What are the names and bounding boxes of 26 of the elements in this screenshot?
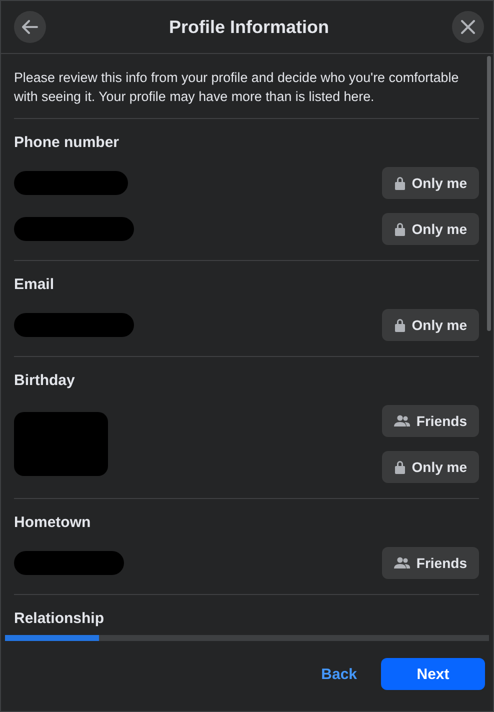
section-title: Email bbox=[14, 275, 56, 295]
scrollbar-thumb[interactable] bbox=[487, 56, 491, 331]
audience-button[interactable]: Friends bbox=[382, 405, 479, 437]
close-icon bbox=[460, 20, 475, 34]
back-button[interactable]: Back bbox=[315, 660, 363, 688]
lock-icon bbox=[394, 460, 406, 474]
lock-icon bbox=[394, 176, 406, 190]
close-button[interactable] bbox=[452, 11, 484, 43]
audience-button[interactable]: Only me bbox=[382, 309, 479, 341]
back-arrow-icon bbox=[22, 20, 38, 34]
lock-icon bbox=[394, 222, 406, 236]
audience-button[interactable]: Only me bbox=[382, 213, 479, 245]
next-button[interactable]: Next bbox=[381, 658, 485, 690]
people-icon bbox=[394, 557, 410, 569]
lock-icon bbox=[394, 318, 406, 332]
audience-button[interactable]: Only me bbox=[382, 167, 479, 199]
intro-text: Please review this info from your profile and decide who you're comfortable with seeing it. Your profile may have more than is listed here. bbox=[14, 54, 479, 119]
section-title: Birthday bbox=[14, 371, 76, 391]
section-title: Relationship bbox=[14, 609, 106, 629]
dialog-title: Profile Information bbox=[168, 16, 329, 38]
back-button[interactable] bbox=[14, 11, 46, 43]
audience-button[interactable]: Friends bbox=[382, 547, 479, 579]
section-title: Phone number bbox=[14, 133, 120, 153]
section-title: Hometown bbox=[14, 513, 92, 533]
audience-button[interactable]: Only me bbox=[382, 451, 479, 483]
people-icon bbox=[394, 415, 410, 427]
